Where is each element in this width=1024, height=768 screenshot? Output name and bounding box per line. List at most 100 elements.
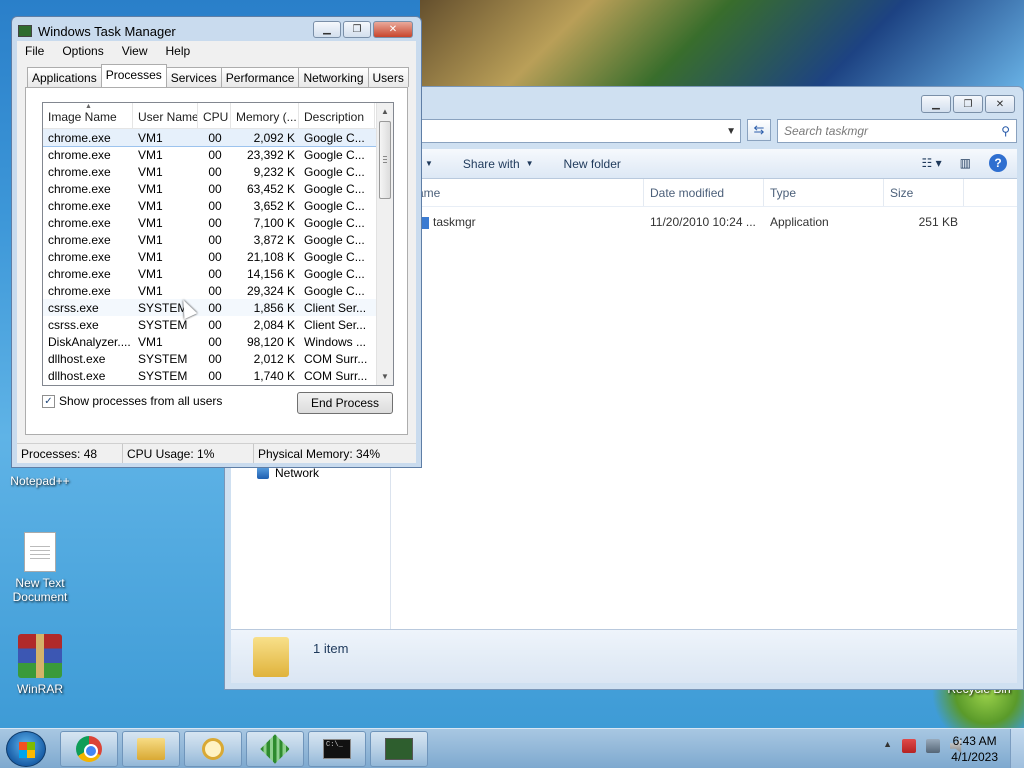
menu-file[interactable]: File xyxy=(25,44,44,58)
show-all-users-label: Show processes from all users xyxy=(59,394,223,408)
process-cpu: 00 xyxy=(208,368,222,383)
show-all-users-checkbox[interactable]: ✓ xyxy=(42,394,55,408)
process-user-name: SYSTEM xyxy=(138,317,188,332)
help-icon[interactable]: ? xyxy=(989,154,1007,172)
process-cpu: 00 xyxy=(208,181,222,196)
tab-performance[interactable]: Performance xyxy=(220,67,300,87)
column-header-cpu[interactable]: CPU xyxy=(198,103,231,128)
taskbar-cmd[interactable]: C:\_ xyxy=(308,731,366,767)
process-row[interactable]: chrome.exe VM1 00 3,652 K Google C... xyxy=(43,197,393,214)
process-row[interactable]: chrome.exe VM1 00 63,452 K Google C... xyxy=(43,180,393,197)
close-button[interactable]: ✕ xyxy=(373,21,413,38)
explorer-caption-buttons: ▁ ❐ ✕ xyxy=(921,95,1015,113)
process-row[interactable]: chrome.exe VM1 00 21,108 K Google C... xyxy=(43,248,393,265)
refresh-button[interactable]: ⇆ xyxy=(747,119,771,141)
item-count: 1 item xyxy=(313,641,349,656)
process-cpu: 00 xyxy=(208,317,222,332)
clock[interactable]: 6:43 AM 4/1/2023 xyxy=(951,733,998,765)
desktop-icon-new-text-document[interactable]: New Text Document xyxy=(0,532,80,604)
process-row[interactable]: chrome.exe VM1 00 3,872 K Google C... xyxy=(43,231,393,248)
column-header-memory[interactable]: Memory (... xyxy=(231,103,299,128)
chevron-down-icon: ▼ xyxy=(525,159,534,168)
process-row[interactable]: chrome.exe VM1 00 9,232 K Google C... xyxy=(43,163,393,180)
tab-users[interactable]: Users xyxy=(367,67,409,87)
desktop-icon-winrar[interactable]: WinRAR xyxy=(0,634,80,696)
network-icon xyxy=(257,467,269,479)
menu-view[interactable]: View xyxy=(122,44,148,58)
chevron-down-icon[interactable]: ▼ xyxy=(726,126,736,137)
process-row[interactable]: chrome.exe VM1 00 7,100 K Google C... xyxy=(43,214,393,231)
column-header-size[interactable]: Size xyxy=(884,179,964,206)
details-pane: 1 item xyxy=(231,629,1017,683)
tab-applications[interactable]: Applications xyxy=(27,67,102,87)
column-header-date-modified[interactable]: Date modified xyxy=(644,179,764,206)
nav-item-network[interactable]: Network xyxy=(257,466,319,480)
show-desktop-button[interactable] xyxy=(1010,729,1024,768)
taskbar-explorer[interactable] xyxy=(122,731,180,767)
wallpaper-art xyxy=(420,0,1024,90)
column-header-description[interactable]: Description xyxy=(299,103,375,128)
tab-services[interactable]: Services xyxy=(165,67,222,87)
taskbar-task-manager[interactable] xyxy=(370,731,428,767)
search-input[interactable]: Search taskmgr ⚲ xyxy=(777,119,1017,143)
show-all-users-row[interactable]: ✓ Show processes from all users xyxy=(42,394,222,408)
new-folder-label: New folder xyxy=(563,156,621,171)
process-row[interactable]: chrome.exe VM1 00 23,392 K Google C... xyxy=(43,146,393,163)
process-memory: 2,012 K xyxy=(253,351,295,366)
address-bar[interactable]: ▼ xyxy=(421,119,741,143)
taskbar-search-app[interactable] xyxy=(184,731,242,767)
process-description: Client Ser... xyxy=(304,317,367,332)
new-folder-button[interactable]: New folder xyxy=(564,157,621,171)
column-header-user-name[interactable]: User Name xyxy=(133,103,198,128)
process-row[interactable]: chrome.exe VM1 00 29,324 K Google C... xyxy=(43,282,393,299)
share-with-button[interactable]: Share with ▼ xyxy=(463,157,534,171)
process-image-name: chrome.exe xyxy=(48,249,111,264)
vertical-scrollbar[interactable]: ▲ ▼ xyxy=(376,103,393,385)
process-row[interactable]: chrome.exe VM1 00 14,156 K Google C... xyxy=(43,265,393,282)
maximize-button[interactable]: ❐ xyxy=(343,21,371,38)
process-cpu: 00 xyxy=(208,147,222,162)
magnifier-icon xyxy=(202,738,224,760)
scroll-down-icon[interactable]: ▼ xyxy=(377,368,393,385)
menu-help[interactable]: Help xyxy=(166,44,191,58)
process-image-name: csrss.exe xyxy=(48,317,99,332)
minimize-button[interactable]: ▁ xyxy=(313,21,341,38)
taskbar-chrome[interactable] xyxy=(60,731,118,767)
column-header-name[interactable]: ame xyxy=(391,179,644,206)
process-row[interactable]: csrss.exe SYSTEM 00 1,856 K Client Ser... xyxy=(43,299,393,316)
process-row[interactable]: chrome.exe VM1 00 2,092 K Google C... xyxy=(43,128,393,147)
network-tray-icon[interactable] xyxy=(926,739,940,753)
view-options-icon[interactable]: ☷ ▾ xyxy=(922,156,942,170)
process-row[interactable]: DiskAnalyzer.... VM1 00 98,120 K Windows ... xyxy=(43,333,393,350)
minimize-button[interactable]: ▁ xyxy=(921,95,951,113)
refresh-icon: ⇆ xyxy=(753,122,765,137)
process-row[interactable]: csrss.exe SYSTEM 00 2,084 K Client Ser... xyxy=(43,316,393,333)
process-row[interactable]: dllhost.exe SYSTEM 00 2,012 K COM Surr... xyxy=(43,350,393,367)
preview-pane-icon[interactable]: ▥ xyxy=(960,156,971,170)
show-hidden-icons-icon[interactable]: ▲ xyxy=(883,739,892,753)
column-header-type[interactable]: Type xyxy=(764,179,884,206)
menu-options[interactable]: Options xyxy=(62,44,103,58)
process-memory: 1,856 K xyxy=(253,300,295,315)
scroll-up-icon[interactable]: ▲ xyxy=(377,103,393,120)
tab-processes[interactable]: Processes xyxy=(100,64,167,87)
window-title: Windows Task Manager xyxy=(38,23,176,39)
file-row-taskmgr[interactable]: taskmgr 11/20/2010 10:24 ... Application… xyxy=(391,213,1017,233)
process-description: Google C... xyxy=(304,266,365,281)
desktop-icon-notepadpp[interactable]: Notepad++ xyxy=(0,468,80,488)
process-image-name: dllhost.exe xyxy=(48,351,106,366)
action-center-icon[interactable] xyxy=(902,739,916,753)
close-button[interactable]: ✕ xyxy=(985,95,1015,113)
taskbar-network-app[interactable] xyxy=(246,731,304,767)
start-button[interactable] xyxy=(6,731,46,767)
process-cpu: 00 xyxy=(208,334,222,349)
tab-networking[interactable]: Networking xyxy=(298,67,369,87)
end-process-button[interactable]: End Process xyxy=(297,392,393,414)
command-prompt-icon: C:\_ xyxy=(323,739,351,759)
process-image-name: dllhost.exe xyxy=(48,368,106,383)
process-row[interactable]: dllhost.exe SYSTEM 00 1,740 K COM Surr... xyxy=(43,367,393,384)
maximize-button[interactable]: ❐ xyxy=(953,95,983,113)
process-description: Client Ser... xyxy=(304,300,367,315)
process-cpu: 00 xyxy=(208,215,222,230)
scrollbar-thumb[interactable] xyxy=(379,121,391,199)
